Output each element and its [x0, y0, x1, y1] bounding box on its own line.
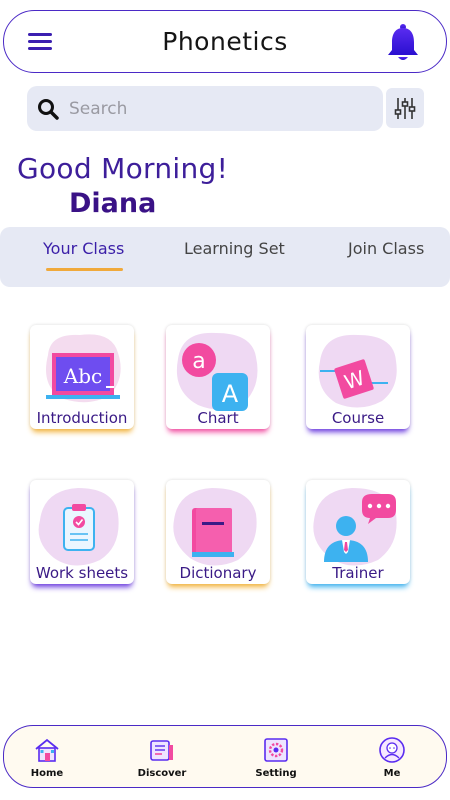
- tab-join-class[interactable]: Join Class: [348, 239, 424, 258]
- user-name: Diana: [69, 188, 157, 219]
- card-introduction[interactable]: Abc Introduction: [30, 325, 134, 429]
- tab-your-class[interactable]: Your Class: [43, 239, 124, 258]
- nav-me[interactable]: Me: [357, 736, 427, 779]
- nav-label: Setting: [255, 768, 297, 779]
- settings-gear-icon: [264, 738, 288, 762]
- card-work-sheets[interactable]: Work sheets: [30, 480, 134, 584]
- top-app-bar: Phonetics: [3, 10, 447, 73]
- bottom-navigation: Home Discover Setting Me: [3, 725, 447, 788]
- card-label: Trainer: [332, 564, 384, 582]
- sliders-filter-icon: [394, 98, 416, 119]
- card-trainer[interactable]: Trainer: [306, 480, 410, 584]
- card-label: Work sheets: [35, 564, 129, 582]
- card-dictionary[interactable]: Dictionary: [166, 480, 270, 584]
- nav-home[interactable]: Home: [12, 736, 82, 779]
- card-course[interactable]: W Course: [306, 325, 410, 429]
- search-input[interactable]: [69, 94, 369, 124]
- card-label: Dictionary: [179, 564, 257, 582]
- svg-text:A: A: [222, 380, 239, 408]
- search-bar: [27, 86, 383, 131]
- card-label: Introduction: [36, 409, 128, 427]
- nav-label: Me: [383, 768, 401, 779]
- active-tab-indicator: [46, 268, 123, 271]
- profile-avatar-icon: [379, 737, 405, 763]
- phonetics-screen: Phonetics Good Morning! Diana Your: [0, 0, 450, 800]
- svg-text:a: a: [192, 349, 205, 374]
- nav-setting[interactable]: Setting: [241, 736, 311, 779]
- nav-label: Discover: [137, 768, 187, 779]
- search-icon: [38, 99, 59, 120]
- greeting-text: Good Morning!: [17, 152, 229, 185]
- card-label: Chart: [197, 409, 239, 427]
- home-icon: [35, 738, 59, 762]
- tab-learning-set[interactable]: Learning Set: [184, 239, 285, 258]
- svg-text:Abc: Abc: [63, 364, 102, 388]
- card-chart[interactable]: a A Chart: [166, 325, 270, 429]
- discover-icon: [150, 740, 173, 761]
- nav-label: Home: [30, 768, 64, 779]
- bell-icon[interactable]: [386, 23, 420, 63]
- page-title: Phonetics: [162, 27, 288, 56]
- card-label: Course: [331, 409, 385, 427]
- class-tabs: Your Class Learning Set Join Class: [0, 227, 450, 287]
- filter-button[interactable]: [386, 88, 424, 128]
- nav-discover[interactable]: Discover: [127, 736, 197, 779]
